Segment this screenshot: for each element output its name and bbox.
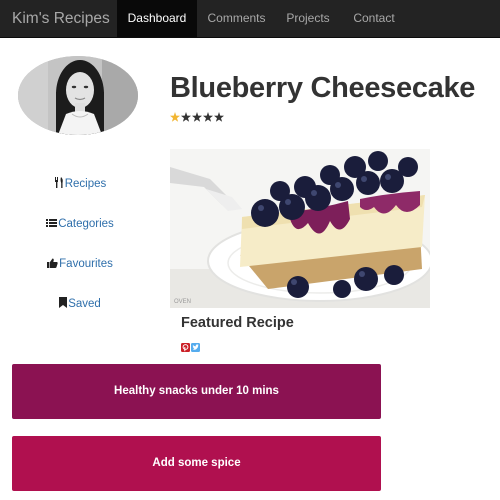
sidebar-item-label: Categories [58,218,114,230]
sidebar-item-label: Recipes [64,178,107,190]
nav-item-contact[interactable]: Contact [340,0,408,37]
nav-item-dashboard[interactable]: Dashboard [117,0,197,37]
sidebar-item-favourites[interactable]: Favourites [0,258,160,276]
sidebar-item-label: Favourites [59,258,113,270]
watermark-text: OVEN [174,299,191,305]
share-icons [181,343,200,352]
star-empty-icon[interactable] [192,112,202,122]
star-filled-icon[interactable] [170,112,180,122]
star-empty-icon[interactable] [203,112,213,122]
nav-item-projects[interactable]: Projects [276,0,340,37]
avatar-portrait [18,56,138,135]
star-rating[interactable] [170,112,225,124]
recipe-title: Blueberry Cheesecake [170,72,476,104]
pinterest-icon[interactable] [181,343,190,352]
thumbs-up-icon [47,258,58,268]
cutlery-icon [54,177,63,188]
bookmark-icon [59,297,68,308]
sidebar-item-categories[interactable]: Categories [0,218,160,236]
featured-recipe-image[interactable]: OVEN [170,149,430,308]
list-icon [46,219,58,227]
sidebar-item-label: Saved [68,298,101,310]
sidebar-item-recipes[interactable]: Recipes [0,177,160,195]
star-empty-icon[interactable] [181,112,191,122]
star-empty-icon[interactable] [214,112,224,122]
nav-item-comments[interactable]: Comments [197,0,276,37]
twitter-icon[interactable] [191,343,200,352]
add-spice-button[interactable]: Add some spice [12,436,381,491]
featured-recipe-label: Featured Recipe [181,315,294,331]
sidebar-item-saved[interactable]: Saved [0,297,160,315]
site-brand[interactable]: Kim's Recipes [12,0,110,37]
top-navbar: Kim's Recipes Dashboard Comments Project… [0,0,500,38]
avatar [18,56,138,135]
healthy-snacks-button[interactable]: Healthy snacks under 10 mins [12,364,381,419]
cheesecake-photo: OVEN [170,149,430,308]
